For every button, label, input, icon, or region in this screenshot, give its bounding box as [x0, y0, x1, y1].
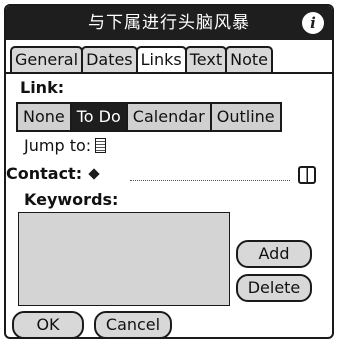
link-label: Link: — [20, 78, 65, 97]
address-book-icon[interactable] — [298, 166, 316, 184]
link-option-outline[interactable]: Outline — [211, 104, 280, 130]
tab-bar: General Dates Links Text Note — [10, 46, 273, 74]
jump-to-label: Jump to: — [24, 136, 92, 155]
jump-to-row: Jump to: — [24, 136, 107, 155]
tab-general[interactable]: General — [10, 46, 84, 74]
add-button[interactable]: Add — [236, 240, 312, 268]
delete-button[interactable]: Delete — [236, 274, 312, 302]
link-option-none[interactable]: None — [18, 104, 72, 130]
title-bar: 与下属进行头脑风暴 i — [6, 6, 332, 40]
diamond-icon[interactable] — [88, 167, 100, 180]
dialog-title: 与下属进行头脑风暴 — [88, 13, 250, 33]
link-option-todo[interactable]: To Do — [71, 104, 128, 130]
link-option-calendar[interactable]: Calendar — [127, 104, 212, 130]
keywords-label: Keywords: — [24, 190, 119, 209]
dialog-window: 与下属进行头脑风暴 i General Dates Links Text Not… — [4, 4, 334, 339]
contact-field[interactable] — [130, 180, 290, 181]
contact-row: Contact: — [6, 164, 100, 183]
cancel-button[interactable]: Cancel — [94, 311, 172, 337]
info-icon[interactable]: i — [302, 12, 324, 34]
document-icon[interactable] — [95, 138, 107, 153]
tab-links[interactable]: Links — [135, 46, 187, 74]
link-type-selector: None To Do Calendar Outline — [16, 102, 282, 132]
ok-button[interactable]: OK — [12, 311, 84, 337]
tab-dates[interactable]: Dates — [81, 46, 138, 74]
keywords-list[interactable] — [18, 212, 230, 306]
tab-text[interactable]: Text — [184, 46, 228, 74]
tab-divider — [6, 72, 332, 74]
contact-label: Contact: — [6, 164, 83, 183]
tab-note[interactable]: Note — [225, 46, 273, 74]
